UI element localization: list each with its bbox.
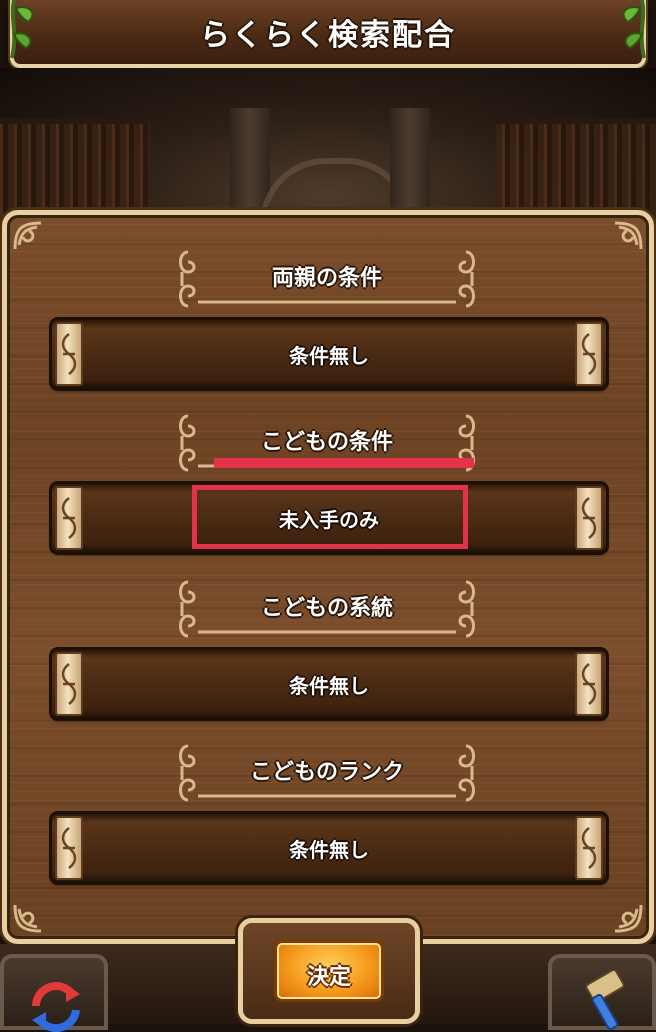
selector-value: 条件無し	[289, 344, 369, 368]
selector-right-cap	[575, 486, 603, 550]
parents-condition-selector[interactable]: 条件無し	[52, 320, 606, 388]
title-bar: らくらく検索配合	[10, 0, 646, 68]
hammer-tool-icon	[585, 970, 625, 1030]
ornament-icon	[581, 333, 597, 375]
corner-ornament-icon	[13, 221, 42, 250]
reset-button[interactable]	[0, 954, 108, 1032]
corner-ornament-icon	[614, 904, 643, 933]
section-header-rank: こどものランク	[174, 742, 480, 804]
corner-ornament-icon	[13, 904, 42, 933]
selector-value: 条件無し	[289, 838, 369, 862]
tool-button[interactable]	[548, 954, 656, 1030]
library-background	[0, 68, 656, 224]
family-condition-selector[interactable]: 条件無し	[52, 650, 606, 718]
selector-value: 条件無し	[289, 674, 369, 698]
selector-right-cap	[575, 816, 603, 880]
section-header-label: こどものランク	[249, 760, 404, 785]
vine-leaf-icon	[622, 0, 646, 59]
ornament-icon	[581, 827, 597, 869]
corner-ornament-icon	[614, 221, 643, 250]
selector-right-cap	[575, 652, 603, 716]
confirm-button-label: 決定	[306, 965, 351, 990]
section-header-label: こどもの系統	[260, 596, 393, 621]
ornament-icon	[581, 497, 597, 539]
selector-right-cap	[575, 322, 603, 386]
page-title: らくらく検索配合	[200, 18, 456, 53]
rank-condition-selector[interactable]: 条件無し	[52, 814, 606, 882]
section-header-label: こどもの条件	[260, 430, 393, 455]
highlight-box	[192, 485, 468, 549]
bookshelf	[496, 118, 656, 224]
section-header-family: こどもの系統	[174, 578, 480, 640]
ornament-icon	[581, 663, 597, 705]
pillar	[390, 108, 430, 218]
confirm-button[interactable]: 決定	[274, 940, 384, 1002]
highlight-underline	[214, 458, 474, 468]
section-header-label: 両親の条件	[271, 266, 382, 291]
section-header-parents: 両親の条件	[174, 248, 480, 310]
bookshelf	[0, 118, 150, 224]
